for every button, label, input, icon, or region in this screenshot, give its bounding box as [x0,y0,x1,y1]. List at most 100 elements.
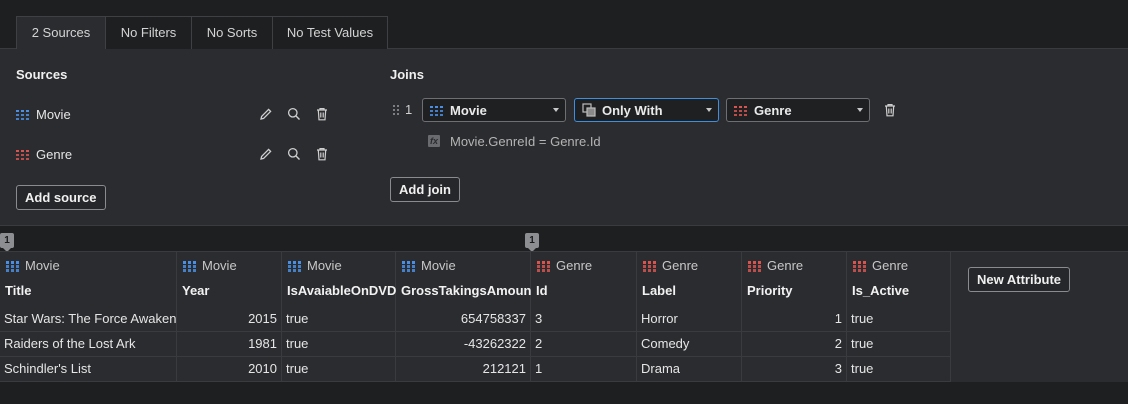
source-group-badge: 1 [525,233,539,252]
table-icon [643,260,657,272]
column-source-label: Movie [25,258,60,273]
chevron-down-icon [857,108,863,112]
column-header[interactable]: Movie Title [0,252,177,307]
column-header[interactable]: Genre Priority [742,252,847,307]
table-cell[interactable]: Drama [637,357,742,382]
table-icon [748,260,762,272]
column-source: Movie [288,258,342,273]
join-type-value: Only With [602,102,663,118]
tab-bar: 2 Sources No Filters No Sorts No Test Va… [0,0,1128,50]
new-attribute-column-body [951,307,1128,382]
edit-icon[interactable] [257,105,275,123]
join-left-source-value: Movie [450,102,487,118]
column-source: Genre [748,258,803,273]
column-header[interactable]: Movie IsAvaiableOnDVD [282,252,396,307]
table-cell[interactable]: true [847,307,951,332]
results-grid: Movie Title Movie Year Movie IsAvaiableOnDVD M… [0,251,1128,382]
join-left-source-select[interactable]: Movie [422,98,566,122]
table-cell[interactable]: true [282,357,396,382]
table-icon [183,260,197,272]
join-condition[interactable]: Movie.GenreId = Genre.Id [450,134,601,149]
source-item-genre[interactable]: Genre [16,144,72,164]
column-source-label: Genre [556,258,593,273]
column-name: GrossTakingsAmount [401,283,536,298]
column-name: Label [642,283,676,298]
table-cell[interactable]: 1 [531,357,637,382]
table-icon [16,109,30,120]
table-cell[interactable]: 2010 [177,357,282,382]
source-group-badge: 1 [0,233,14,252]
column-name: IsAvaiableOnDVD [287,283,397,298]
table-cell[interactable]: 2015 [177,307,282,332]
column-source: Movie [6,258,60,273]
table-cell[interactable]: true [847,357,951,382]
table-icon [402,260,416,272]
table-icon [734,105,748,116]
table-cell[interactable]: 3 [742,357,847,382]
column-source-label: Movie [307,258,342,273]
search-icon[interactable] [285,145,303,163]
column-source: Genre [537,258,592,273]
table-cell[interactable]: true [282,332,396,357]
source-name: Genre [36,146,73,162]
column-header[interactable]: Movie GrossTakingsAmount [396,252,536,307]
tab-sources[interactable]: 2 Sources [16,16,106,50]
tab-filters[interactable]: No Filters [106,16,192,50]
table-cell[interactable]: Schindler's List [0,357,177,382]
join-type-icon [582,103,596,117]
table-icon [288,260,302,272]
table-cell[interactable]: Horror [637,307,742,332]
delete-icon[interactable] [313,145,331,163]
table-cell[interactable]: 1 [742,307,847,332]
delete-icon[interactable] [881,101,899,119]
source-item-movie[interactable]: Movie [16,104,71,124]
table-cell[interactable]: 654758337 [396,307,531,332]
column-name: Id [536,283,548,298]
results-grid-area: 1 1 Movie Title Movie Year Movie IsAvaiableOn… [0,227,1128,404]
table-cell[interactable]: 3 [531,307,637,332]
table-cell[interactable]: Star Wars: The Force Awakens [0,307,177,332]
add-source-button[interactable]: Add source [16,185,106,210]
tab-sorts[interactable]: No Sorts [192,16,273,50]
edit-icon[interactable] [257,145,275,163]
tab-test-values[interactable]: No Test Values [273,16,388,50]
column-source-label: Movie [421,258,456,273]
table-cell[interactable]: true [282,307,396,332]
query-config-panel: Sources Movie Genre Add source Joins 1 M… [0,49,1128,226]
column-source: Movie [183,258,237,273]
table-cell[interactable]: Comedy [637,332,742,357]
column-header[interactable]: Genre Id [531,252,637,307]
table-icon [853,260,867,272]
sources-heading: Sources [16,67,68,82]
chevron-down-icon [553,108,559,112]
column-source: Genre [853,258,908,273]
drag-handle-icon[interactable] [393,105,399,117]
join-type-select[interactable]: Only With [574,98,719,122]
table-cell[interactable]: -43262322 [396,332,531,357]
search-icon[interactable] [285,105,303,123]
table-cell[interactable]: 212121 [396,357,531,382]
table-icon [16,149,30,160]
fx-icon: fx [428,135,440,147]
column-source-label: Movie [202,258,237,273]
table-cell[interactable]: 1981 [177,332,282,357]
table-cell[interactable]: 2 [742,332,847,357]
column-source-label: Genre [767,258,804,273]
join-right-source-value: Genre [754,102,792,118]
table-icon [430,105,444,116]
table-cell[interactable]: true [847,332,951,357]
new-attribute-header: New Attribute [951,252,1128,307]
column-header[interactable]: Genre Is_Active [847,252,951,307]
add-join-button[interactable]: Add join [390,177,460,202]
join-right-source-select[interactable]: Genre [726,98,870,122]
column-header[interactable]: Movie Year [177,252,282,307]
table-cell[interactable]: 2 [531,332,637,357]
column-header[interactable]: Genre Label [637,252,742,307]
new-attribute-button[interactable]: New Attribute [968,267,1071,292]
delete-icon[interactable] [313,105,331,123]
source-name: Movie [36,106,71,122]
column-source-label: Genre [662,258,699,273]
table-cell[interactable]: Raiders of the Lost Ark [0,332,177,357]
join-index: 1 [405,102,413,117]
chevron-down-icon [706,108,712,112]
